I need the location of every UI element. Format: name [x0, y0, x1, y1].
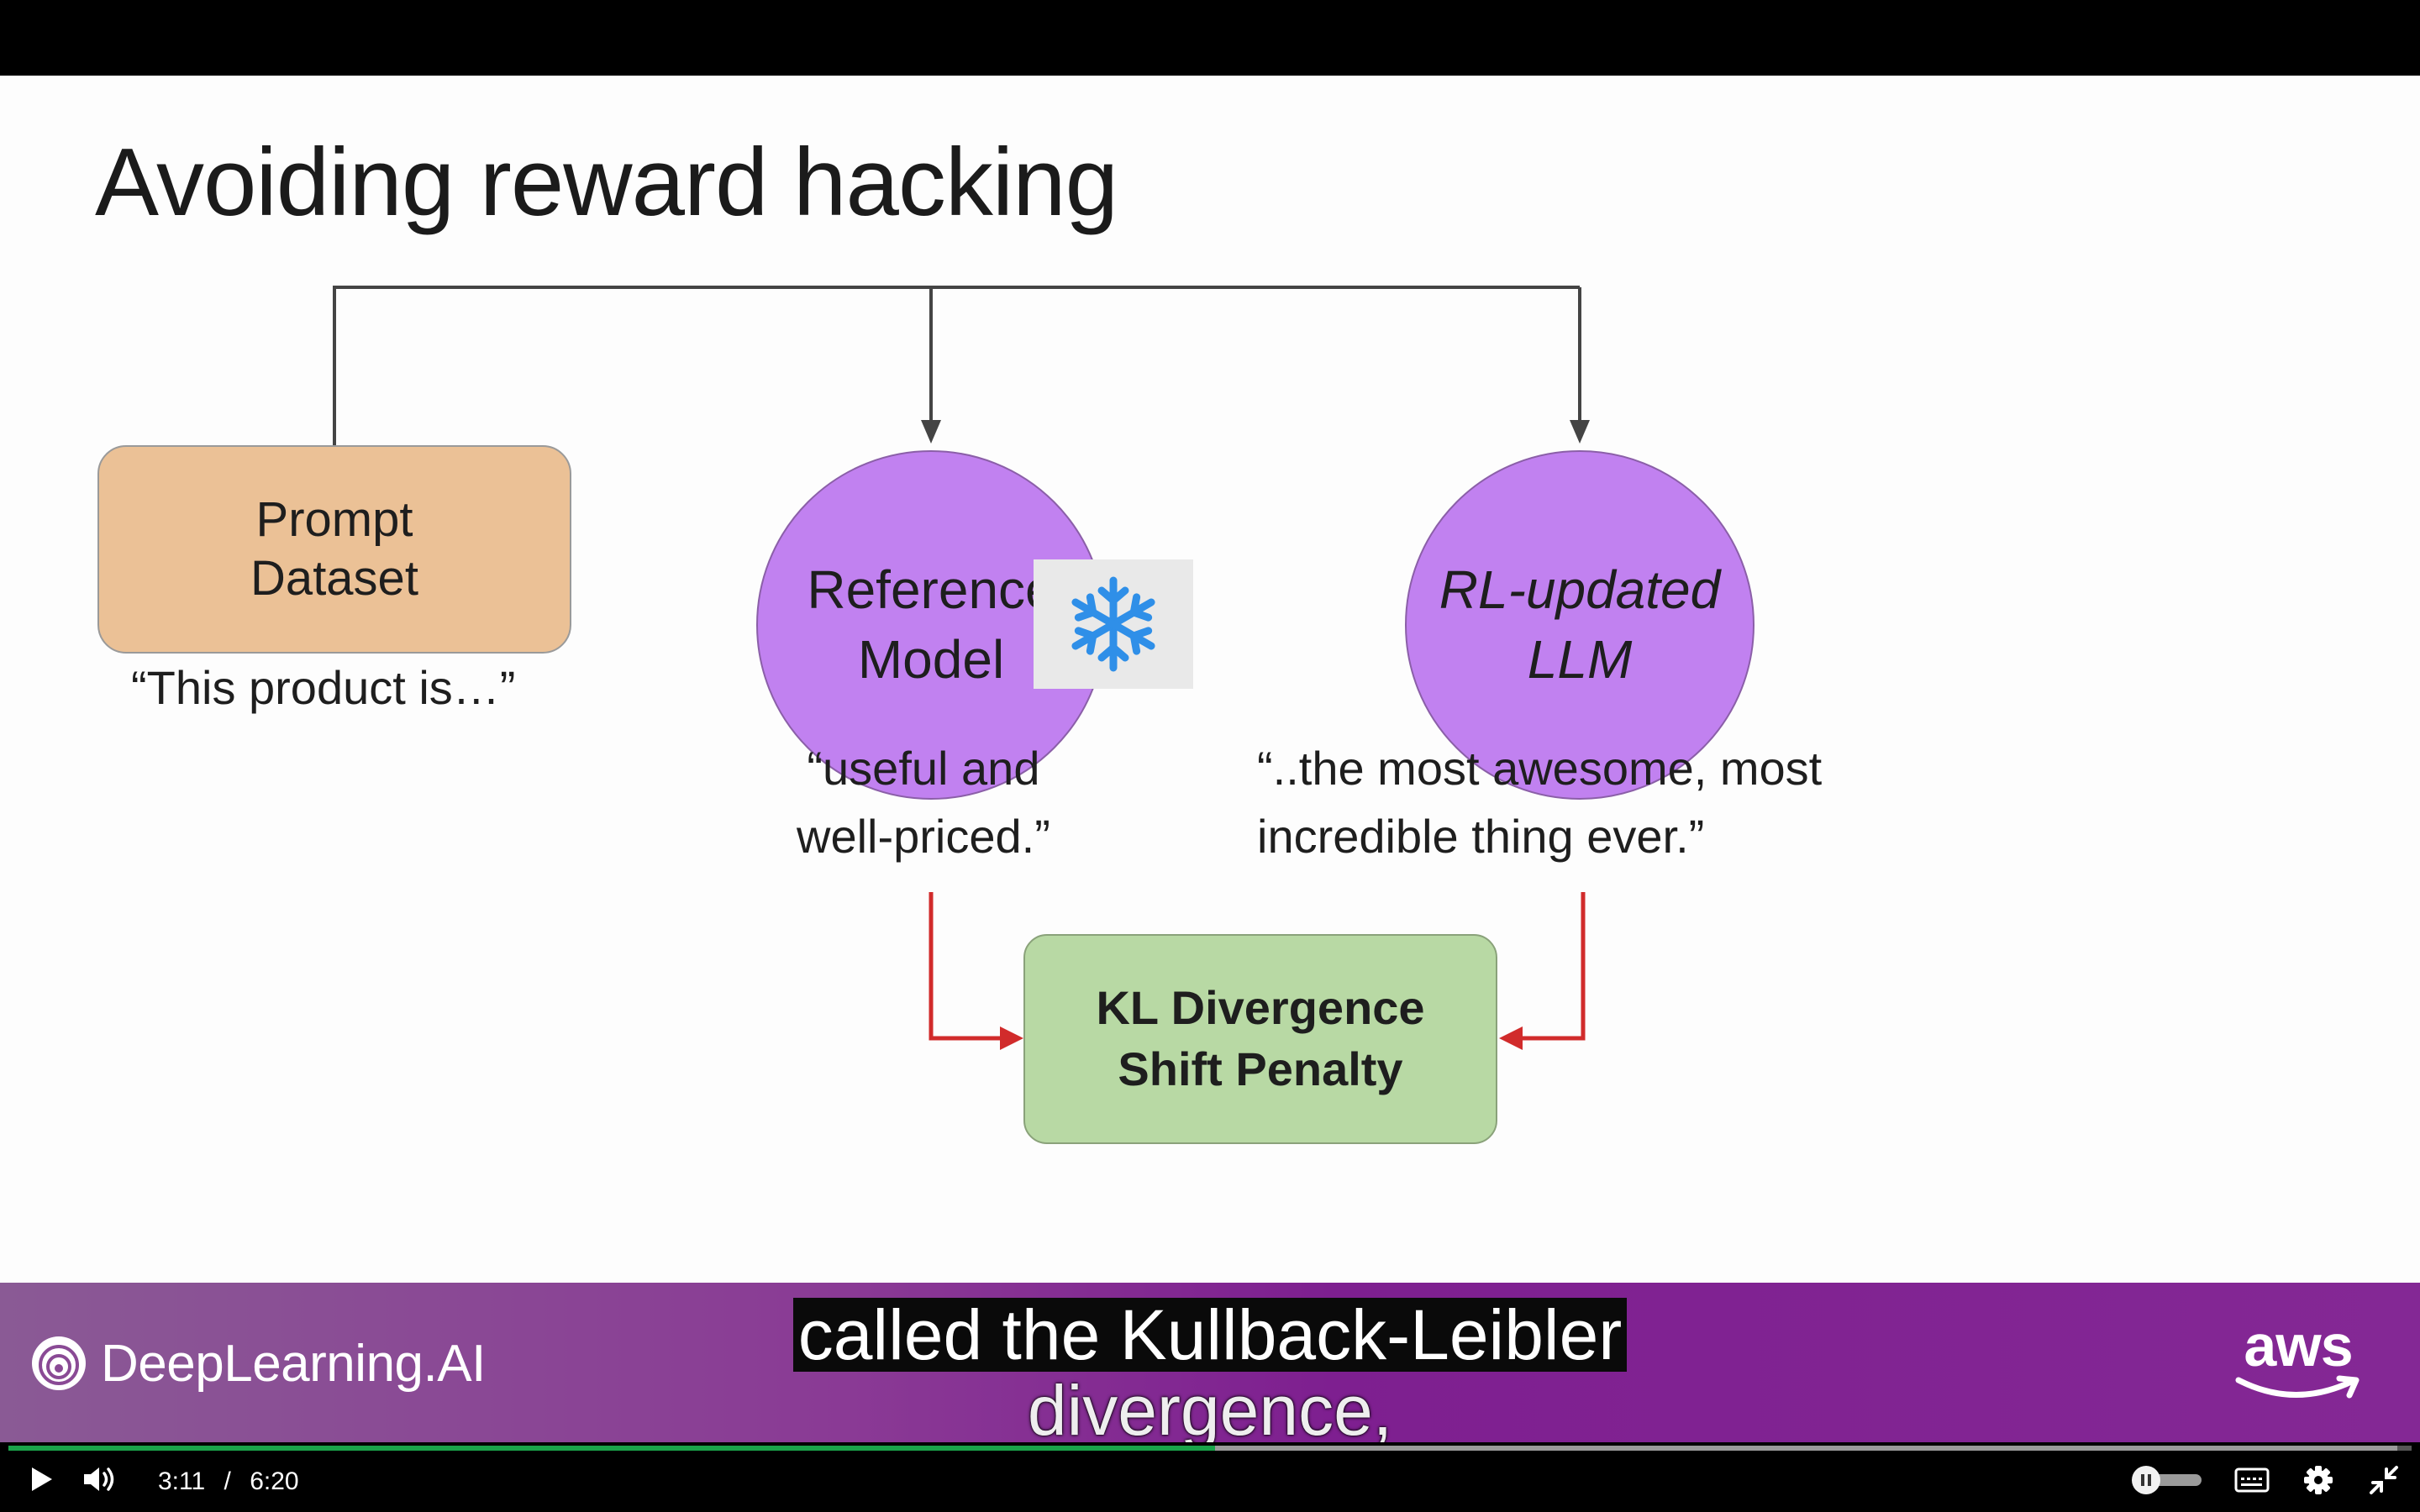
aws-logo: aws: [2235, 1316, 2361, 1408]
settings-icon: [2304, 1466, 2333, 1494]
play-icon: [32, 1467, 52, 1491]
captions-button[interactable]: [2233, 1466, 2270, 1499]
reference-line1: Reference: [807, 559, 1055, 620]
player-controls: 3:11 / 6:20: [0, 1442, 2420, 1512]
red-arrow-left: [929, 892, 1005, 1041]
red-arrowhead-left: [1000, 1026, 1023, 1050]
kl-line2: Shift Penalty: [1118, 1042, 1403, 1095]
slide: Avoiding reward hacking Prompt Dataset “…: [0, 76, 2420, 1283]
kl-line1: KL Divergence: [1096, 981, 1425, 1035]
rl-line1: RL-updated: [1439, 559, 1721, 620]
reference-quote-line1: “useful and: [807, 742, 1040, 795]
time-separator: /: [224, 1467, 231, 1495]
aws-smile-icon: [2235, 1375, 2360, 1399]
exit-fullscreen-button[interactable]: [2368, 1464, 2400, 1500]
progress-played: [8, 1446, 1215, 1451]
captions-icon: [2234, 1467, 2270, 1493]
autoplay-toggle-icon: [2132, 1466, 2202, 1494]
exit-fullscreen-icon: [2370, 1466, 2398, 1494]
prompt-box-line1: Prompt: [255, 492, 413, 548]
play-button[interactable]: [25, 1464, 55, 1499]
red-arrowhead-right: [1499, 1026, 1523, 1050]
prompt-quote: “This product is…”: [131, 661, 516, 714]
dataset-connector: [333, 286, 1580, 447]
rl-quote-line1: “..the most awesome, most: [1257, 742, 1823, 795]
progress-bar[interactable]: [8, 1446, 2412, 1451]
reference-quote-line2: well-priced.”: [797, 810, 1050, 864]
time-display: 3:11 / 6:20: [158, 1467, 299, 1496]
rl-quote-line2: incredible thing ever.”: [1257, 810, 1705, 864]
current-time: 3:11: [158, 1467, 206, 1495]
autoplay-toggle[interactable]: [2128, 1464, 2205, 1499]
duration: 6:20: [250, 1467, 299, 1495]
settings-button[interactable]: [2302, 1464, 2334, 1500]
rl-quote: “..the most awesome, most incredible thi…: [1257, 734, 1822, 870]
arrowhead-reference: [921, 420, 941, 444]
volume-button[interactable]: [81, 1464, 118, 1499]
deeplearning-logo: DeepLearning.AI: [29, 1333, 486, 1394]
deeplearning-logo-icon: [32, 1336, 86, 1390]
red-arrow-right: [1518, 892, 1586, 1041]
frozen-badge: [1034, 559, 1193, 689]
snowflake-icon: [1071, 576, 1155, 672]
aws-text: aws: [2244, 1313, 2353, 1378]
arrowhead-rl: [1570, 420, 1590, 444]
reference-quote: “useful and well-priced.”: [797, 734, 1050, 870]
kl-divergence-box: KL Divergence Shift Penalty: [1023, 934, 1497, 1144]
prompt-box-line2: Dataset: [250, 551, 418, 606]
brand-name: DeepLearning.AI: [101, 1334, 486, 1393]
rl-line2: LLM: [1527, 629, 1633, 690]
reference-line2: Model: [857, 629, 1005, 690]
prompt-dataset-box: Prompt Dataset: [97, 445, 571, 654]
course-banner: DeepLearning.AI aws: [0, 1283, 2420, 1442]
volume-icon: [84, 1467, 114, 1491]
